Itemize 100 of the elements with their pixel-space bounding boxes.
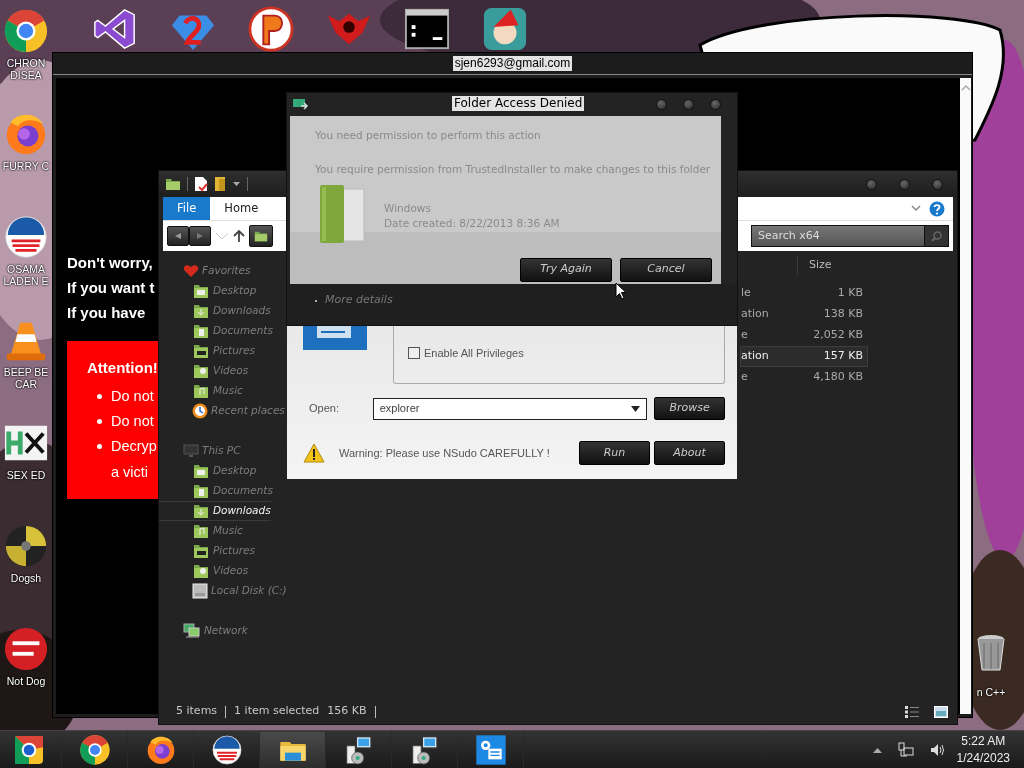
settings-icon bbox=[474, 733, 507, 766]
nav-item[interactable]: Videos bbox=[159, 361, 249, 381]
icon-label: Not Dog bbox=[6, 675, 46, 688]
file-row[interactable]: e 4,180 KB bbox=[740, 367, 868, 388]
nav-item[interactable]: Pictures bbox=[159, 541, 256, 561]
list-item-text: a victi bbox=[111, 463, 150, 482]
nav-item[interactable]: Videos bbox=[159, 561, 249, 581]
nav-item[interactable]: Pictures bbox=[159, 341, 256, 361]
terminal-icon[interactable] bbox=[404, 6, 450, 52]
more-details-link[interactable]: More details bbox=[315, 292, 393, 309]
nav-item[interactable]: Downloads bbox=[159, 501, 271, 521]
up-arrow-icon[interactable] bbox=[233, 229, 245, 243]
message-text: If you have bbox=[67, 303, 146, 323]
window-button[interactable] bbox=[656, 99, 667, 110]
action-button[interactable]: Run bbox=[579, 441, 650, 465]
command-field[interactable]: explorer bbox=[372, 397, 648, 420]
striped-circle-icon bbox=[210, 733, 243, 766]
message-text: You require permission from TrustedInstaller to make changes to this folder bbox=[315, 161, 712, 177]
folder-icon bbox=[192, 523, 210, 539]
scrollbar[interactable] bbox=[960, 78, 971, 714]
round-logo-icon[interactable] bbox=[3, 626, 49, 672]
icon-label: OSAMA LADEN E bbox=[3, 263, 49, 288]
folder-icon bbox=[192, 503, 210, 519]
file-row[interactable]: ation 157 KB bbox=[740, 346, 868, 367]
nav-item[interactable]: This PC bbox=[159, 441, 241, 461]
window-button[interactable] bbox=[710, 99, 721, 110]
browser-icon[interactable] bbox=[3, 8, 49, 54]
nav-item[interactable]: Favorites bbox=[159, 261, 251, 281]
folder-icon[interactable] bbox=[165, 176, 181, 192]
icon-label: Dogsh bbox=[10, 572, 42, 585]
nav-item[interactable]: Recent places bbox=[159, 401, 285, 421]
list-item-text: Do not bbox=[111, 412, 154, 431]
status-text: 1 item selected bbox=[234, 703, 320, 720]
dialog-button[interactable]: Cancel bbox=[620, 257, 712, 282]
location-button[interactable] bbox=[249, 225, 273, 247]
ribbon-tab[interactable]: File bbox=[163, 197, 211, 220]
chevron-up-icon[interactable] bbox=[872, 746, 882, 753]
bullet-icon bbox=[97, 419, 102, 424]
taskbar-button[interactable] bbox=[260, 731, 326, 768]
warning-icon bbox=[303, 443, 325, 463]
list-item-text: Do not bbox=[111, 387, 154, 406]
heart-icon bbox=[183, 264, 199, 278]
window-button[interactable] bbox=[866, 178, 877, 190]
details-view-icon[interactable] bbox=[904, 704, 920, 719]
search-field[interactable]: Search x64 bbox=[751, 225, 925, 247]
column-header[interactable]: Size bbox=[809, 257, 832, 274]
folder-icon bbox=[192, 303, 210, 319]
folder-icon bbox=[192, 483, 210, 499]
nav-item[interactable]: Music bbox=[159, 381, 243, 401]
help-icon[interactable] bbox=[929, 200, 945, 217]
striped-circle-icon[interactable] bbox=[3, 214, 49, 260]
file-row[interactable]: le 1 KB bbox=[740, 283, 868, 304]
back-button[interactable] bbox=[167, 226, 189, 246]
bullet-icon bbox=[97, 444, 102, 449]
volume-icon[interactable] bbox=[929, 742, 947, 757]
warning-text: Warning: Please use NSudo CAREFULLY ! bbox=[339, 445, 551, 461]
ribbon-tab[interactable]: Home bbox=[210, 197, 273, 220]
file-row[interactable]: ation 138 KB bbox=[740, 304, 868, 325]
window-button[interactable] bbox=[932, 178, 943, 190]
window-title: sjen6293@gmail.com bbox=[452, 56, 573, 71]
message-text: If you want t bbox=[67, 278, 155, 298]
nav-item[interactable]: Downloads bbox=[159, 301, 271, 321]
nav-item[interactable]: Desktop bbox=[159, 281, 257, 301]
badge-icon[interactable] bbox=[248, 6, 294, 52]
window-button[interactable] bbox=[899, 178, 910, 190]
dialog-title: Folder Access Denied bbox=[452, 96, 585, 111]
trash-icon[interactable] bbox=[976, 634, 1006, 672]
monitor-icon bbox=[183, 444, 199, 458]
dropdown-icon bbox=[631, 405, 641, 412]
nav-item[interactable]: Music bbox=[159, 521, 243, 541]
search-button[interactable] bbox=[925, 225, 949, 247]
thumbnail-view-icon[interactable] bbox=[934, 705, 948, 718]
clock[interactable]: 5:22 AM 1/24/2023 bbox=[956, 732, 1010, 767]
action-button[interactable]: About bbox=[654, 441, 725, 465]
back-icon bbox=[174, 232, 182, 240]
window-button[interactable] bbox=[683, 99, 694, 110]
network-icon[interactable] bbox=[897, 741, 914, 758]
forward-button[interactable] bbox=[189, 226, 211, 246]
nav-item[interactable]: Network bbox=[159, 621, 248, 641]
browse-button[interactable]: Browse bbox=[654, 397, 725, 420]
dropdown-icon[interactable] bbox=[232, 181, 241, 187]
file-row[interactable]: e 2,052 KB bbox=[740, 325, 868, 346]
folder-icon bbox=[192, 563, 210, 579]
document-icon[interactable] bbox=[194, 176, 208, 192]
browser-icon bbox=[78, 733, 111, 766]
nav-item[interactable]: Local Disk (C:) bbox=[159, 581, 287, 601]
checkbox[interactable]: Enable All Privileges bbox=[408, 344, 524, 361]
field-label: Open: bbox=[308, 401, 340, 417]
folder-icon[interactable] bbox=[214, 176, 226, 192]
dialog-button[interactable]: Try Again bbox=[520, 257, 612, 282]
chevron-down-icon[interactable] bbox=[911, 205, 921, 212]
folder-icon bbox=[192, 283, 210, 299]
status-text: 5 items bbox=[176, 703, 218, 720]
clock-icon bbox=[192, 403, 208, 419]
nav-item[interactable]: Desktop bbox=[159, 461, 257, 481]
ribbon-logo-icon[interactable] bbox=[92, 6, 138, 52]
dialog-icon bbox=[293, 97, 309, 112]
disc-icon[interactable] bbox=[3, 523, 49, 569]
nav-item[interactable]: Documents bbox=[159, 481, 273, 501]
nav-item[interactable]: Documents bbox=[159, 321, 273, 341]
